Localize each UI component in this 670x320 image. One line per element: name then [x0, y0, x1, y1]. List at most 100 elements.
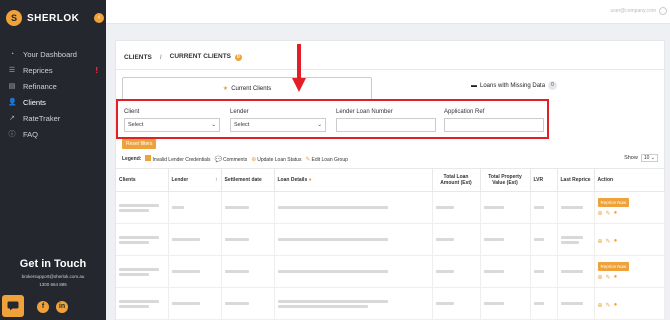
update-status-icon[interactable]: ⊕	[598, 274, 603, 281]
tab-current-clients[interactable]: ★ Current Clients	[122, 77, 372, 99]
get-in-touch: Get in Touch brokersupport@sherlok.com.a…	[0, 258, 106, 287]
update-status-icon[interactable]: ⊕	[598, 302, 603, 309]
sidebar: S SHERLOK ‹ ◔ Your Dashboard ☰ Reprices …	[0, 0, 106, 320]
sidebar-item-refinance[interactable]: ▤ Refinance	[0, 78, 106, 94]
row-actions: ⊕ ✎ ●	[598, 210, 661, 217]
invalid-credentials-icon	[145, 155, 152, 161]
loan-details-cell	[274, 191, 433, 224]
last-reprice-cell	[557, 191, 595, 224]
last-reprice-cell	[557, 287, 595, 320]
action-cell: ⊕ ✎ ●	[594, 287, 665, 320]
reprice-now-button[interactable]: Reprice Now	[597, 262, 630, 271]
edit-icon: ✎	[305, 156, 311, 163]
col-last-reprice[interactable]: Last Reprice	[557, 168, 595, 192]
table-row[interactable]: Reprice Now ⊕ ✎ ●	[116, 191, 665, 224]
col-total-property[interactable]: Total Property Value (Est)	[480, 168, 531, 192]
client-select[interactable]: Select ⌄	[124, 118, 220, 132]
edit-icon[interactable]: ✎	[606, 238, 611, 245]
action-cell: Reprice Now ⊕ ✎ ●	[594, 255, 665, 288]
application-ref-input[interactable]	[444, 118, 544, 132]
support-email-link[interactable]: brokersupport@sherlok.com.au	[0, 274, 106, 279]
col-action: Action	[594, 168, 665, 192]
breadcrumb-current-label: CURRENT CLIENTS	[169, 53, 232, 60]
chart-icon: ↗	[9, 115, 15, 122]
divider	[116, 69, 664, 70]
legend-label: Comments	[223, 156, 248, 163]
reprice-now-button[interactable]: Reprice Now	[597, 198, 630, 207]
lender-loan-number-input[interactable]	[336, 118, 436, 132]
table-row[interactable]: Reprice Now ⊕ ✎ ●	[116, 255, 665, 288]
comment-icon[interactable]: ●	[614, 238, 618, 245]
edit-icon[interactable]: ✎	[606, 210, 611, 217]
table-row[interactable]: ⊕ ✎ ●	[116, 287, 665, 320]
lender-loan-number-filter: Lender Loan Number	[336, 109, 436, 132]
col-lender[interactable]: Lender ↑	[168, 168, 222, 192]
sidebar-item-label: Refinance	[23, 81, 57, 91]
sidebar-item-reprices[interactable]: ☰ Reprices !	[0, 62, 106, 78]
support-phone[interactable]: 1300 664 886	[0, 282, 106, 287]
update-status-icon[interactable]: ⊕	[598, 210, 603, 217]
logo[interactable]: S SHERLOK	[6, 10, 79, 26]
linkedin-icon[interactable]: in	[56, 301, 68, 313]
client-label: Client	[124, 109, 140, 115]
sidebar-item-dashboard[interactable]: ◔ Your Dashboard	[0, 46, 106, 62]
main-card: CLIENTS / CURRENT CLIENTS 0 ★ Current Cl…	[115, 40, 665, 320]
comment-icon[interactable]: ●	[614, 302, 618, 309]
table-row[interactable]: ⊕ ✎ ●	[116, 223, 665, 256]
col-settlement[interactable]: Settlement date	[221, 168, 275, 192]
chat-icon[interactable]	[2, 295, 24, 317]
lender-cell	[168, 191, 222, 224]
reset-filters-button[interactable]: Reset filters	[122, 139, 157, 149]
lender-select[interactable]: Select ⌄	[230, 118, 326, 132]
sidebar-item-ratetraker[interactable]: ↗ RateTraker	[0, 110, 106, 126]
legend-item: Invalid Lender Credentials	[145, 155, 211, 163]
breadcrumb-separator: /	[159, 53, 162, 61]
loan-details-cell	[274, 255, 433, 288]
action-cell: Reprice Now ⊕ ✎ ●	[594, 191, 665, 224]
missing-count-badge: 0	[548, 81, 558, 90]
facebook-icon[interactable]: f	[37, 301, 49, 313]
total-property-cell	[480, 255, 531, 288]
avatar[interactable]	[659, 7, 667, 15]
application-ref-filter: Application Ref	[444, 109, 544, 132]
row-actions: ⊕ ✎ ●	[598, 302, 661, 309]
last-reprice-cell	[557, 255, 595, 288]
col-lvr[interactable]: LVR	[530, 168, 558, 192]
comment-icon[interactable]: ●	[614, 274, 618, 281]
chevron-down-icon: ⌄	[211, 122, 216, 128]
total-property-cell	[480, 223, 531, 256]
collapse-sidebar-button[interactable]: ‹	[94, 13, 104, 23]
lvr-cell	[530, 191, 558, 224]
loan-details-cell	[274, 223, 433, 256]
legend-item: ✎Edit Loan Group	[305, 156, 347, 163]
annotation-arrow-icon	[292, 44, 306, 92]
lender-cell	[168, 255, 222, 288]
edit-icon[interactable]: ✎	[606, 302, 611, 309]
col-total-loan[interactable]: Total Loan Amount (Est)	[432, 168, 481, 192]
col-loan-details[interactable]: Loan Details ●	[274, 168, 433, 192]
logo-icon: S	[6, 10, 22, 26]
sidebar-nav: ◔ Your Dashboard ☰ Reprices ! ▤ Refinanc…	[0, 46, 106, 142]
page-size-select[interactable]: 10 ⌄	[640, 154, 658, 162]
sidebar-item-faq[interactable]: ⓘ FAQ	[0, 126, 106, 142]
tab-missing-data[interactable]: ▬ Loans with Missing Data 0	[471, 81, 558, 90]
edit-icon[interactable]: ✎	[606, 274, 611, 281]
lvr-cell	[530, 223, 558, 256]
comment-icon[interactable]: ●	[614, 210, 618, 217]
gauge-icon: ◔	[9, 50, 15, 58]
legend-label: Edit Loan Group	[311, 156, 348, 163]
col-clients[interactable]: Clients	[116, 168, 169, 192]
client-cell	[116, 287, 169, 320]
breadcrumb-clients[interactable]: CLIENTS	[124, 54, 152, 61]
last-reprice-cell	[557, 223, 595, 256]
total-loan-cell	[432, 287, 481, 320]
top-bar: user@company.com	[106, 0, 670, 24]
filters-highlight: Client Select ⌄ Lender Select ⌄ Lender L…	[116, 99, 549, 139]
update-status-icon[interactable]: ⊕	[598, 238, 603, 245]
star-icon: ★	[222, 86, 229, 92]
alert-badge: !	[95, 65, 98, 75]
lender-select-value: Select	[234, 122, 250, 128]
current-clients-count-badge: 0	[234, 54, 242, 61]
sidebar-item-clients[interactable]: 👤 Clients	[0, 94, 106, 110]
total-property-cell	[480, 191, 531, 224]
